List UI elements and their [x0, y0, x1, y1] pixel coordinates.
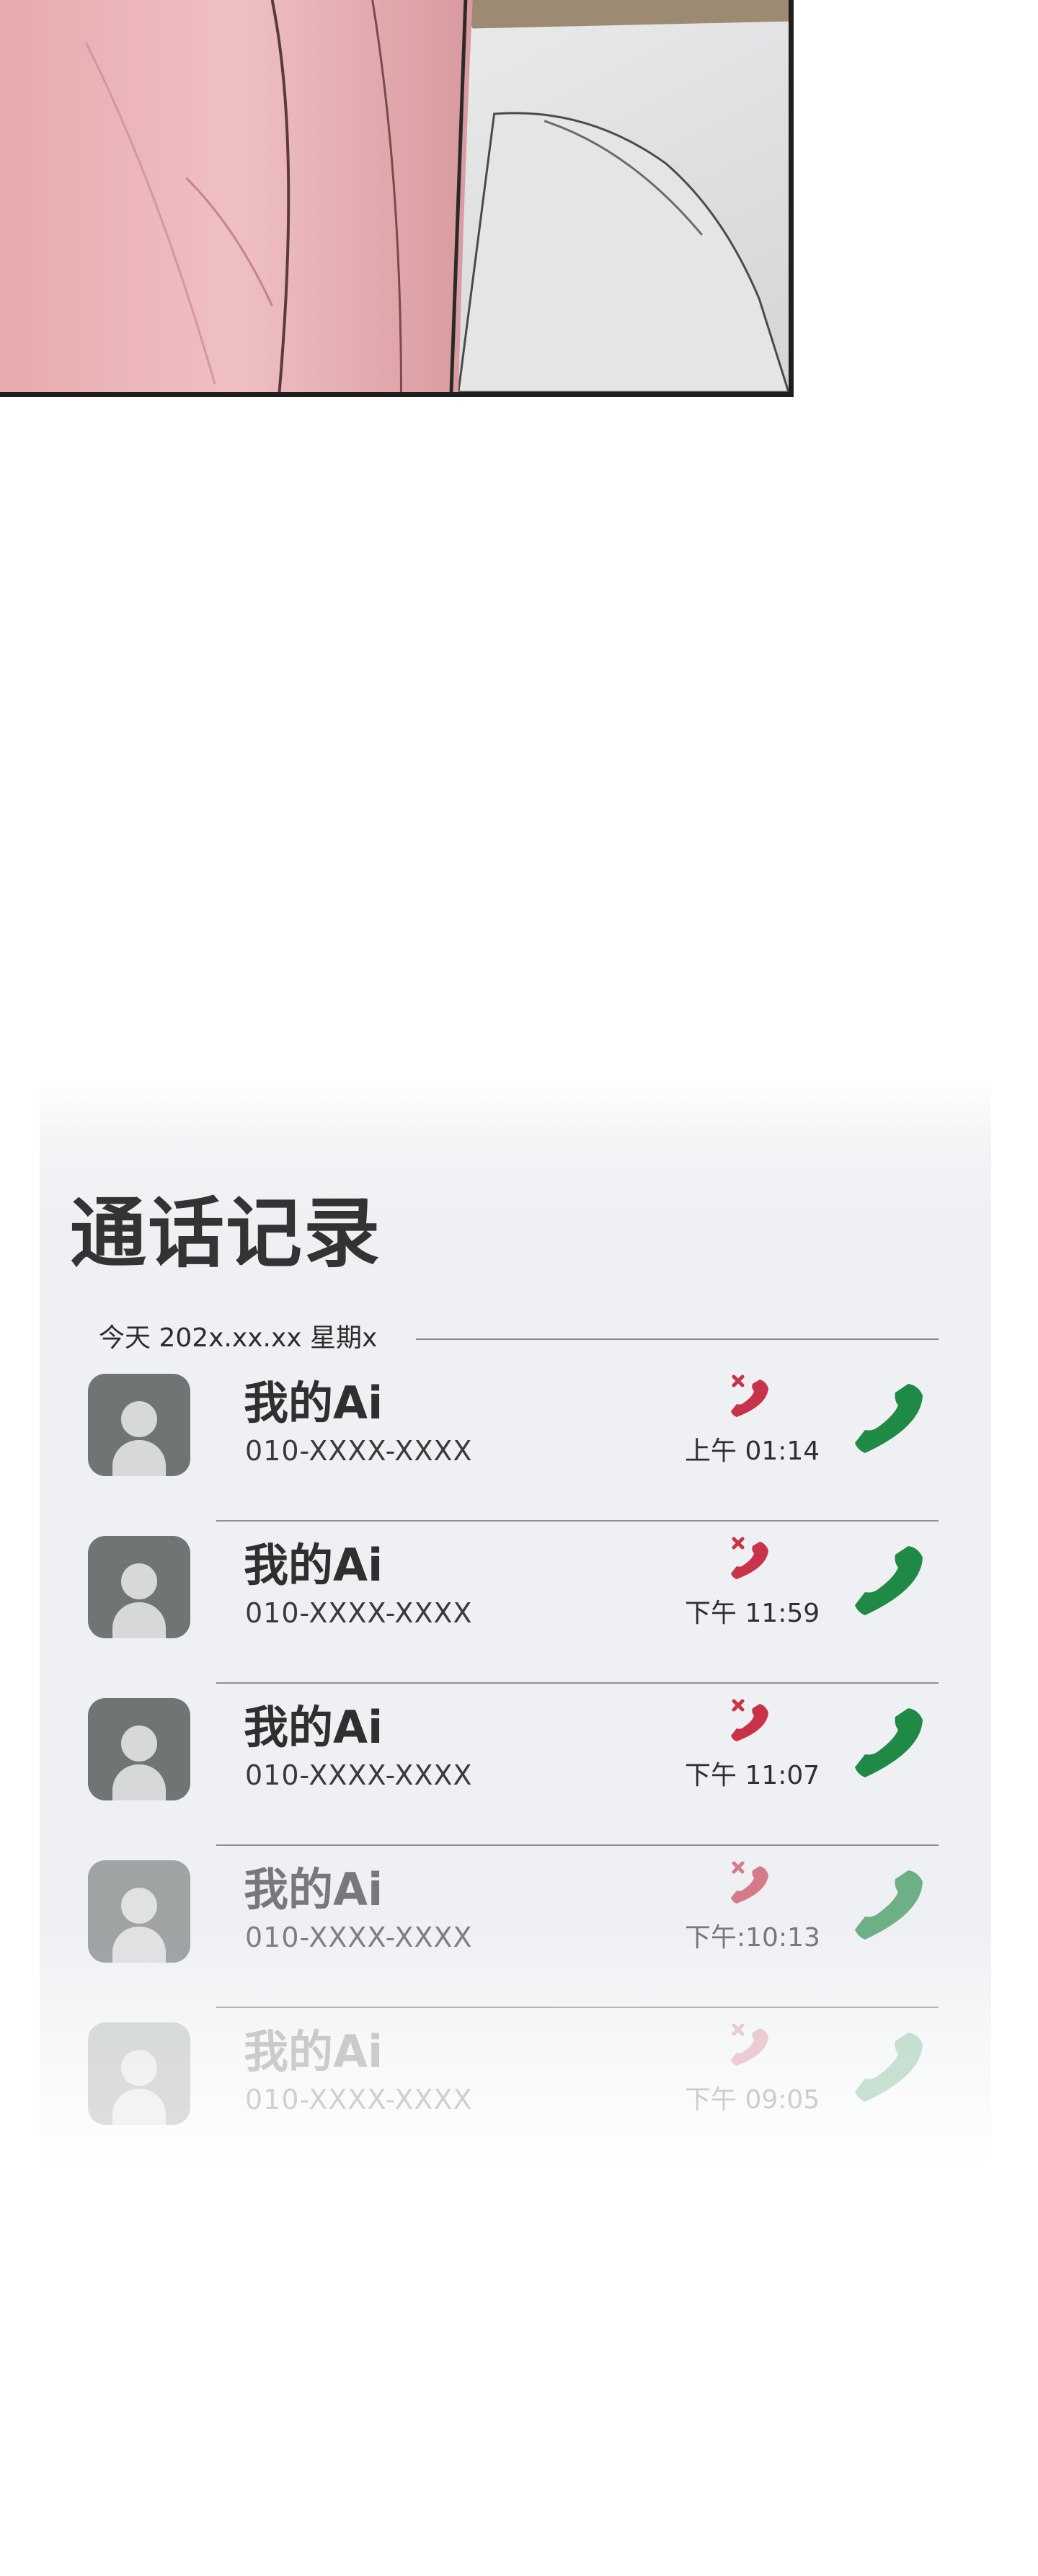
contact-name: 我的Ai — [244, 1377, 383, 1429]
contact-name: 我的Ai — [244, 1863, 383, 1916]
comic-panel-illustration — [0, 0, 794, 397]
date-header-text: 今天 202x.xx.xx 星期x — [99, 1323, 378, 1353]
phone-call-icon[interactable] — [851, 1705, 930, 1785]
contact-name: 我的Ai — [244, 1701, 383, 1754]
missed-call-icon — [731, 2023, 768, 2066]
call-log-entry[interactable]: 我的Ai 010-XXXX-XXXX 下午:10:13 — [86, 1846, 939, 2008]
person-avatar-icon — [88, 1860, 190, 1963]
phone-call-icon[interactable] — [851, 1867, 930, 1947]
call-log-entry[interactable]: 我的Ai 010-XXXX-XXXX 下午 11:59 — [86, 1522, 939, 1684]
contact-name: 我的Ai — [244, 2025, 383, 2078]
call-log-entry[interactable]: 我的Ai 010-XXXX-XXXX 下午 11:07 — [86, 1684, 939, 1846]
phone-call-icon[interactable] — [851, 2030, 930, 2109]
contact-number: 010-XXXX-XXXX — [245, 1435, 473, 1467]
call-log-title: 通话记录 — [70, 1189, 381, 1279]
contact-number: 010-XXXX-XXXX — [245, 1597, 473, 1629]
call-time: 下午 11:07 — [685, 1761, 820, 1790]
person-avatar-icon — [88, 1698, 190, 1800]
missed-call-icon — [731, 1861, 768, 1904]
date-header-divider — [416, 1338, 939, 1340]
call-time: 下午:10:13 — [685, 1923, 820, 1953]
person-avatar-icon — [88, 1536, 190, 1638]
missed-call-icon — [731, 1537, 768, 1579]
contact-number: 010-XXXX-XXXX — [245, 2084, 473, 2115]
call-time: 下午 11:59 — [685, 1599, 820, 1628]
phone-call-icon[interactable] — [851, 1543, 930, 1622]
date-header: 今天 202x.xx.xx 星期x — [99, 1323, 939, 1354]
person-avatar-icon — [88, 1374, 190, 1476]
contact-number: 010-XXXX-XXXX — [245, 1759, 473, 1791]
call-log-entry[interactable]: 我的Ai 010-XXXX-XXXX 上午 01:14 — [86, 1359, 939, 1522]
call-log-entry[interactable]: 我的Ai 010-XXXX-XXXX 下午 09:05 — [86, 2008, 939, 2170]
contact-name: 我的Ai — [244, 1539, 383, 1591]
person-avatar-icon — [88, 2022, 190, 2125]
legs-on-bed-illustration — [0, 0, 789, 392]
phone-call-icon[interactable] — [851, 1381, 930, 1460]
contact-number: 010-XXXX-XXXX — [245, 1922, 473, 1953]
call-time: 下午 09:05 — [685, 2085, 820, 2115]
call-time: 上午 01:14 — [685, 1436, 820, 1466]
missed-call-icon — [731, 1374, 768, 1417]
missed-call-icon — [731, 1699, 768, 1741]
